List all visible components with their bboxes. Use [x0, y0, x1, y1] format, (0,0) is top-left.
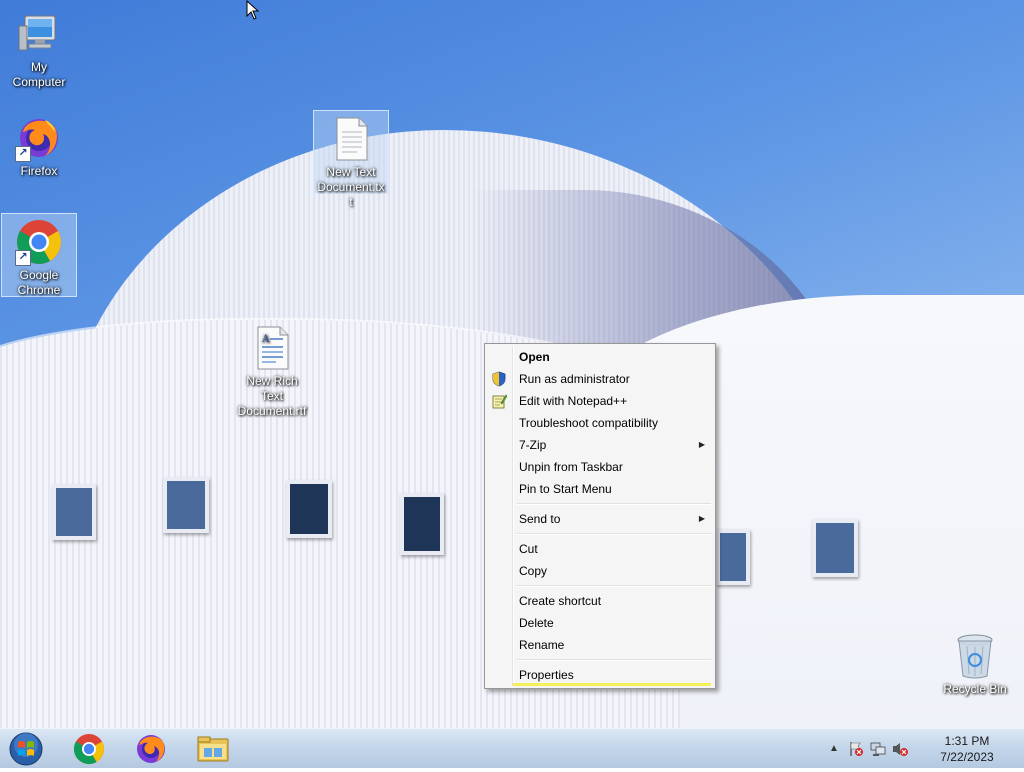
wallpaper-window	[52, 484, 96, 540]
taskbar-firefox-button[interactable]	[124, 731, 178, 767]
wallpaper-window	[400, 493, 444, 555]
wallpaper-window	[286, 480, 332, 538]
recycle-bin-icon	[955, 632, 995, 680]
system-tray: ▲ 1:31 PM 7/22/2023	[822, 729, 1012, 769]
desktop-icon-firefox[interactable]: ↗ Firefox	[1, 110, 77, 181]
desktop-icon-new-rich-text-document[interactable]: A New Rich Text Document.rtf	[234, 320, 310, 421]
menu-item-cut[interactable]: Cut	[487, 538, 713, 560]
menu-item-label: Troubleshoot compatibility	[519, 416, 658, 430]
desktop-icon-label: My Computer	[12, 60, 66, 89]
menu-item-send-to[interactable]: Send to ▶	[487, 508, 713, 530]
file-explorer-icon	[197, 736, 229, 762]
windows-orb-icon	[9, 732, 43, 766]
menu-item-rename[interactable]: Rename	[487, 634, 713, 656]
desktop-icon-label: Recycle Bin	[943, 682, 1007, 696]
menu-item-label: Send to	[519, 512, 561, 526]
wallpaper-window	[716, 529, 750, 585]
menu-item-label: 7-Zip	[519, 438, 547, 452]
shortcut-arrow-icon: ↗	[15, 146, 31, 162]
menu-item-label: Rename	[519, 638, 565, 652]
menu-item-label: Cut	[519, 542, 538, 556]
menu-separator	[517, 533, 711, 535]
desktop-icon-label: New Rich Text Document.rtf	[237, 374, 307, 418]
start-button[interactable]	[6, 731, 46, 767]
taskbar-chrome-button[interactable]	[62, 731, 116, 767]
menu-item-label: Create shortcut	[519, 594, 602, 608]
desktop[interactable]: My Computer ↗ Firefox ↗ Google Chrome Ne…	[0, 0, 1024, 728]
network-icon[interactable]	[870, 741, 886, 757]
wallpaper-window	[812, 519, 858, 577]
menu-item-label: Copy	[519, 564, 548, 578]
wallpaper-window	[163, 477, 209, 533]
desktop-icon-my-computer[interactable]: My Computer	[1, 6, 77, 92]
menu-item-label: Unpin from Taskbar	[519, 460, 623, 474]
menu-item-label: Edit with Notepad++	[519, 394, 628, 408]
menu-item-open[interactable]: Open	[487, 346, 713, 368]
context-menu[interactable]: Open Run as administrator Edit with Note…	[484, 343, 716, 689]
desktop-icon-recycle-bin[interactable]: Recycle Bin	[937, 628, 1013, 699]
menu-item-label: Run as administrator	[519, 372, 630, 386]
menu-item-pin-to-start-menu[interactable]: Pin to Start Menu	[487, 478, 713, 500]
mouse-cursor-icon	[246, 0, 260, 20]
desktop-icon-new-text-document[interactable]: New Text Document.txt	[313, 110, 389, 209]
submenu-arrow-icon: ▶	[698, 440, 705, 449]
clock-time: 1:31 PM	[944, 734, 990, 748]
action-center-flag-icon[interactable]	[848, 741, 864, 757]
volume-muted-icon[interactable]	[892, 741, 908, 757]
menu-separator	[517, 585, 711, 587]
menu-item-label: Open	[519, 350, 550, 364]
menu-item-label: Pin to Start Menu	[519, 482, 612, 496]
computer-icon	[15, 10, 63, 58]
menu-item-troubleshoot-compatibility[interactable]: Troubleshoot compatibility	[487, 412, 713, 434]
notepad-plus-plus-icon	[491, 393, 508, 409]
desktop-icon-label: Firefox	[20, 164, 58, 178]
menu-separator	[517, 503, 711, 505]
menu-item-create-shortcut[interactable]: Create shortcut	[487, 590, 713, 612]
chrome-icon: ↗	[15, 218, 63, 266]
desktop-icon-label: Google Chrome	[17, 268, 61, 297]
clock-date: 7/22/2023	[940, 750, 994, 764]
menu-item-label: Delete	[519, 616, 554, 630]
menu-item-copy[interactable]: Copy	[487, 560, 713, 582]
menu-item-properties[interactable]: Properties	[487, 664, 713, 686]
shortcut-arrow-icon: ↗	[15, 250, 31, 266]
show-hidden-icons-button[interactable]: ▲	[826, 741, 842, 757]
menu-item-unpin-from-taskbar[interactable]: Unpin from Taskbar	[487, 456, 713, 478]
uac-shield-icon	[491, 371, 507, 387]
menu-item-delete[interactable]: Delete	[487, 612, 713, 634]
desktop-icon-google-chrome[interactable]: ↗ Google Chrome	[1, 213, 77, 297]
svg-text:A: A	[261, 334, 270, 345]
text-document-icon	[327, 115, 375, 163]
menu-item-edit-with-notepad-plus-plus[interactable]: Edit with Notepad++	[487, 390, 713, 412]
firefox-icon	[137, 735, 165, 763]
submenu-arrow-icon: ▶	[698, 514, 705, 523]
menu-item-label: Properties	[519, 668, 574, 682]
firefox-icon: ↗	[15, 114, 63, 162]
menu-separator	[517, 659, 711, 661]
menu-item-7-zip[interactable]: 7-Zip ▶	[487, 434, 713, 456]
desktop-icon-label: New Text Document.txt	[317, 165, 385, 209]
chrome-icon	[73, 734, 105, 765]
taskbar-file-explorer-button[interactable]	[186, 731, 240, 767]
rich-text-document-icon: A	[248, 324, 296, 372]
taskbar: ▲ 1:31 PM 7/22/2023	[0, 728, 1024, 768]
menu-item-run-as-administrator[interactable]: Run as administrator	[487, 368, 713, 390]
taskbar-clock[interactable]: 1:31 PM 7/22/2023	[932, 733, 1002, 765]
